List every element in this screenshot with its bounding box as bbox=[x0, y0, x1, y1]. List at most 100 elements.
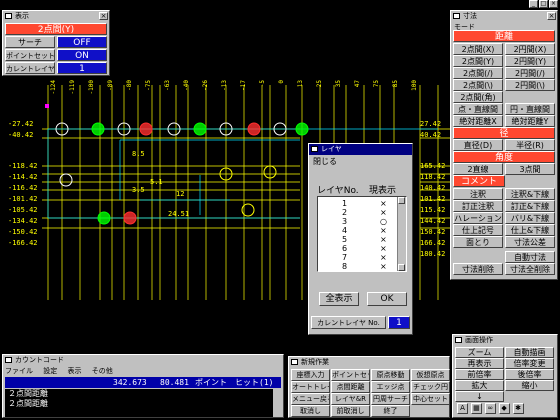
link-icon[interactable]: ∞ bbox=[484, 403, 496, 414]
mode-button-finish-under[interactable]: 仕上&下線 bbox=[505, 224, 555, 236]
view-button[interactable]: 再表示 bbox=[455, 358, 504, 369]
mode-button-tol[interactable]: 寸法公差 bbox=[505, 236, 555, 248]
command-button[interactable]: オートトレース bbox=[291, 381, 330, 393]
mode-button-pt-xy[interactable]: 2点間(X) bbox=[453, 43, 503, 55]
close-icon[interactable]: × bbox=[99, 12, 108, 20]
settings-icon[interactable]: ✱ bbox=[512, 403, 524, 414]
layer-list-scrollbar[interactable] bbox=[397, 197, 406, 271]
grid-icon[interactable]: ▦ bbox=[470, 403, 482, 414]
menu-file[interactable]: ファイル bbox=[5, 367, 33, 375]
mode-button-correct-note[interactable]: 訂正注釈 bbox=[453, 200, 503, 212]
show-all-button[interactable]: 全表示 bbox=[319, 292, 359, 306]
menu-settings[interactable]: 設定 bbox=[43, 367, 57, 375]
mode-button-pt-b[interactable]: 2点間(\) bbox=[453, 79, 503, 91]
status-window-titlebar[interactable]: カウントコード bbox=[3, 355, 283, 366]
ok-button[interactable]: OK bbox=[367, 292, 407, 306]
section-comment[interactable]: コメント bbox=[453, 175, 505, 187]
app-titlebar[interactable]: _ □ × bbox=[0, 0, 560, 9]
drawing-circle[interactable] bbox=[139, 122, 153, 136]
mode-button-radius[interactable]: 半径(R) bbox=[505, 139, 555, 151]
layer-row[interactable]: 3 ○ bbox=[318, 217, 398, 226]
command-button[interactable]: 仮想原点 bbox=[411, 369, 450, 381]
mode-button-pt-y[interactable]: 2点間(Y) bbox=[453, 55, 503, 67]
mode-button-circ-line[interactable]: 円・直線間 bbox=[505, 103, 555, 115]
view-button[interactable]: 自動描画 bbox=[505, 347, 554, 358]
layer-visibility[interactable]: × bbox=[380, 235, 387, 244]
mode-button-circ-x[interactable]: 2円間(X) bbox=[505, 43, 555, 55]
mode-button-diameter[interactable]: 直径(D) bbox=[453, 139, 503, 151]
command-button[interactable]: 円周サーチ bbox=[371, 393, 410, 405]
mode-button-two-lines[interactable]: 2直線 bbox=[453, 163, 503, 175]
point-set-toggle[interactable]: ON bbox=[57, 49, 107, 61]
section-distance[interactable]: 距離 bbox=[453, 30, 555, 42]
drawing-circle[interactable] bbox=[295, 122, 309, 136]
drawing-circle[interactable] bbox=[247, 122, 261, 136]
close-icon[interactable]: × bbox=[547, 12, 556, 20]
view-window-titlebar[interactable]: 画面操作 bbox=[453, 335, 557, 346]
command-button[interactable]: メニュー戻る bbox=[291, 393, 330, 405]
drawing-circle[interactable] bbox=[91, 122, 105, 136]
command-button[interactable]: 前取消し bbox=[331, 405, 370, 417]
layer-visibility[interactable]: × bbox=[380, 199, 387, 208]
command-button[interactable]: 取消し bbox=[291, 405, 330, 417]
command-button[interactable]: ポイントセット bbox=[331, 369, 370, 381]
command-button[interactable]: エッジ点 bbox=[371, 381, 410, 393]
maximize-icon[interactable]: □ bbox=[539, 0, 548, 8]
view-button[interactable]: 倍率変更 bbox=[505, 358, 554, 369]
command-button[interactable]: チェック円 bbox=[411, 381, 450, 393]
mode-button-chamfer[interactable]: 面とり bbox=[453, 236, 503, 248]
current-layer-no-value[interactable]: 1 bbox=[388, 316, 410, 329]
command-button[interactable]: 中心セット bbox=[411, 393, 450, 405]
layer-list[interactable]: 1 × 2 × 3 ○ 4 × 5 × 6 × 7 × 8 × bbox=[317, 196, 407, 272]
display-panel-titlebar[interactable]: 表示 × bbox=[3, 11, 109, 22]
log-scrollbar[interactable] bbox=[273, 389, 281, 417]
layer-row[interactable]: 2 × bbox=[318, 208, 398, 217]
mode-button-dim-delete[interactable]: 寸法削除 bbox=[453, 263, 503, 275]
layer-row[interactable]: 5 × bbox=[318, 235, 398, 244]
command-button[interactable]: 原点移動 bbox=[371, 369, 410, 381]
mode-button-pt-f[interactable]: 2点間(/) bbox=[453, 67, 503, 79]
command-button[interactable]: レイヤ&R bbox=[331, 393, 370, 405]
mode-button-finish[interactable]: 仕上記号 bbox=[453, 224, 503, 236]
mode-button-circ-y[interactable]: 2円間(Y) bbox=[505, 55, 555, 67]
menu-view[interactable]: 表示 bbox=[67, 367, 81, 375]
close-menu[interactable]: 閉じる bbox=[313, 156, 337, 167]
mode-button-halation[interactable]: ハレーション bbox=[453, 212, 503, 224]
view-button[interactable]: ズーム bbox=[455, 347, 504, 358]
drawing-circle[interactable] bbox=[123, 211, 137, 225]
layer-row[interactable]: 1 × bbox=[318, 199, 398, 208]
view-button[interactable]: 前倍率 bbox=[455, 369, 504, 380]
command-button[interactable]: 点間距離 bbox=[331, 381, 370, 393]
layer-dialog-titlebar[interactable]: レイヤ bbox=[309, 144, 412, 155]
mode-button-correct-under[interactable]: 訂正&下線 bbox=[505, 200, 555, 212]
mode-button-dim-all-delete[interactable]: 寸法全削除 bbox=[505, 263, 555, 275]
layer-visibility[interactable]: × bbox=[380, 262, 387, 271]
mode-button-auto-dim[interactable]: 自動寸法 bbox=[505, 251, 555, 263]
layer-visibility[interactable]: × bbox=[380, 244, 387, 253]
mode-button-pt-line[interactable]: 点・直線間 bbox=[453, 103, 503, 115]
mode-button-note[interactable]: 注釈 bbox=[453, 188, 503, 200]
close-icon[interactable]: × bbox=[549, 0, 558, 8]
pin-icon[interactable]: ◆ bbox=[498, 403, 510, 414]
layer-row[interactable]: 6 × bbox=[318, 244, 398, 253]
layer-row[interactable]: 7 × bbox=[318, 253, 398, 262]
mode-button-pawn-under[interactable]: バリ&下線 bbox=[505, 212, 555, 224]
layer-visibility[interactable]: ○ bbox=[380, 217, 387, 226]
mode-button-circ-b[interactable]: 2円間(\) bbox=[505, 79, 555, 91]
arrow-icon[interactable]: A bbox=[457, 403, 468, 414]
view-button[interactable]: 拡大 bbox=[455, 380, 504, 391]
layer-row[interactable]: 4 × bbox=[318, 226, 398, 235]
command-button[interactable]: 終了 bbox=[371, 405, 410, 417]
mode-button-abs-y[interactable]: 絶対距離Y bbox=[505, 115, 555, 127]
section-diameter[interactable]: 径 bbox=[453, 127, 555, 139]
drawing-circle[interactable] bbox=[193, 122, 207, 136]
mode-button-note-under[interactable]: 注釈&下線 bbox=[505, 188, 555, 200]
layer-visibility[interactable]: × bbox=[380, 226, 387, 235]
layer-visibility[interactable]: × bbox=[380, 208, 387, 217]
mode-button-circ-f[interactable]: 2円間(/) bbox=[505, 67, 555, 79]
layer-row[interactable]: 8 × bbox=[318, 262, 398, 271]
command-window-titlebar[interactable]: 新規作業 bbox=[289, 357, 449, 368]
view-button[interactable]: ↓ bbox=[455, 391, 504, 402]
command-button[interactable]: 座標入力 bbox=[291, 369, 330, 381]
log-area[interactable]: ２点間距離 ２点間距離 bbox=[5, 389, 281, 417]
